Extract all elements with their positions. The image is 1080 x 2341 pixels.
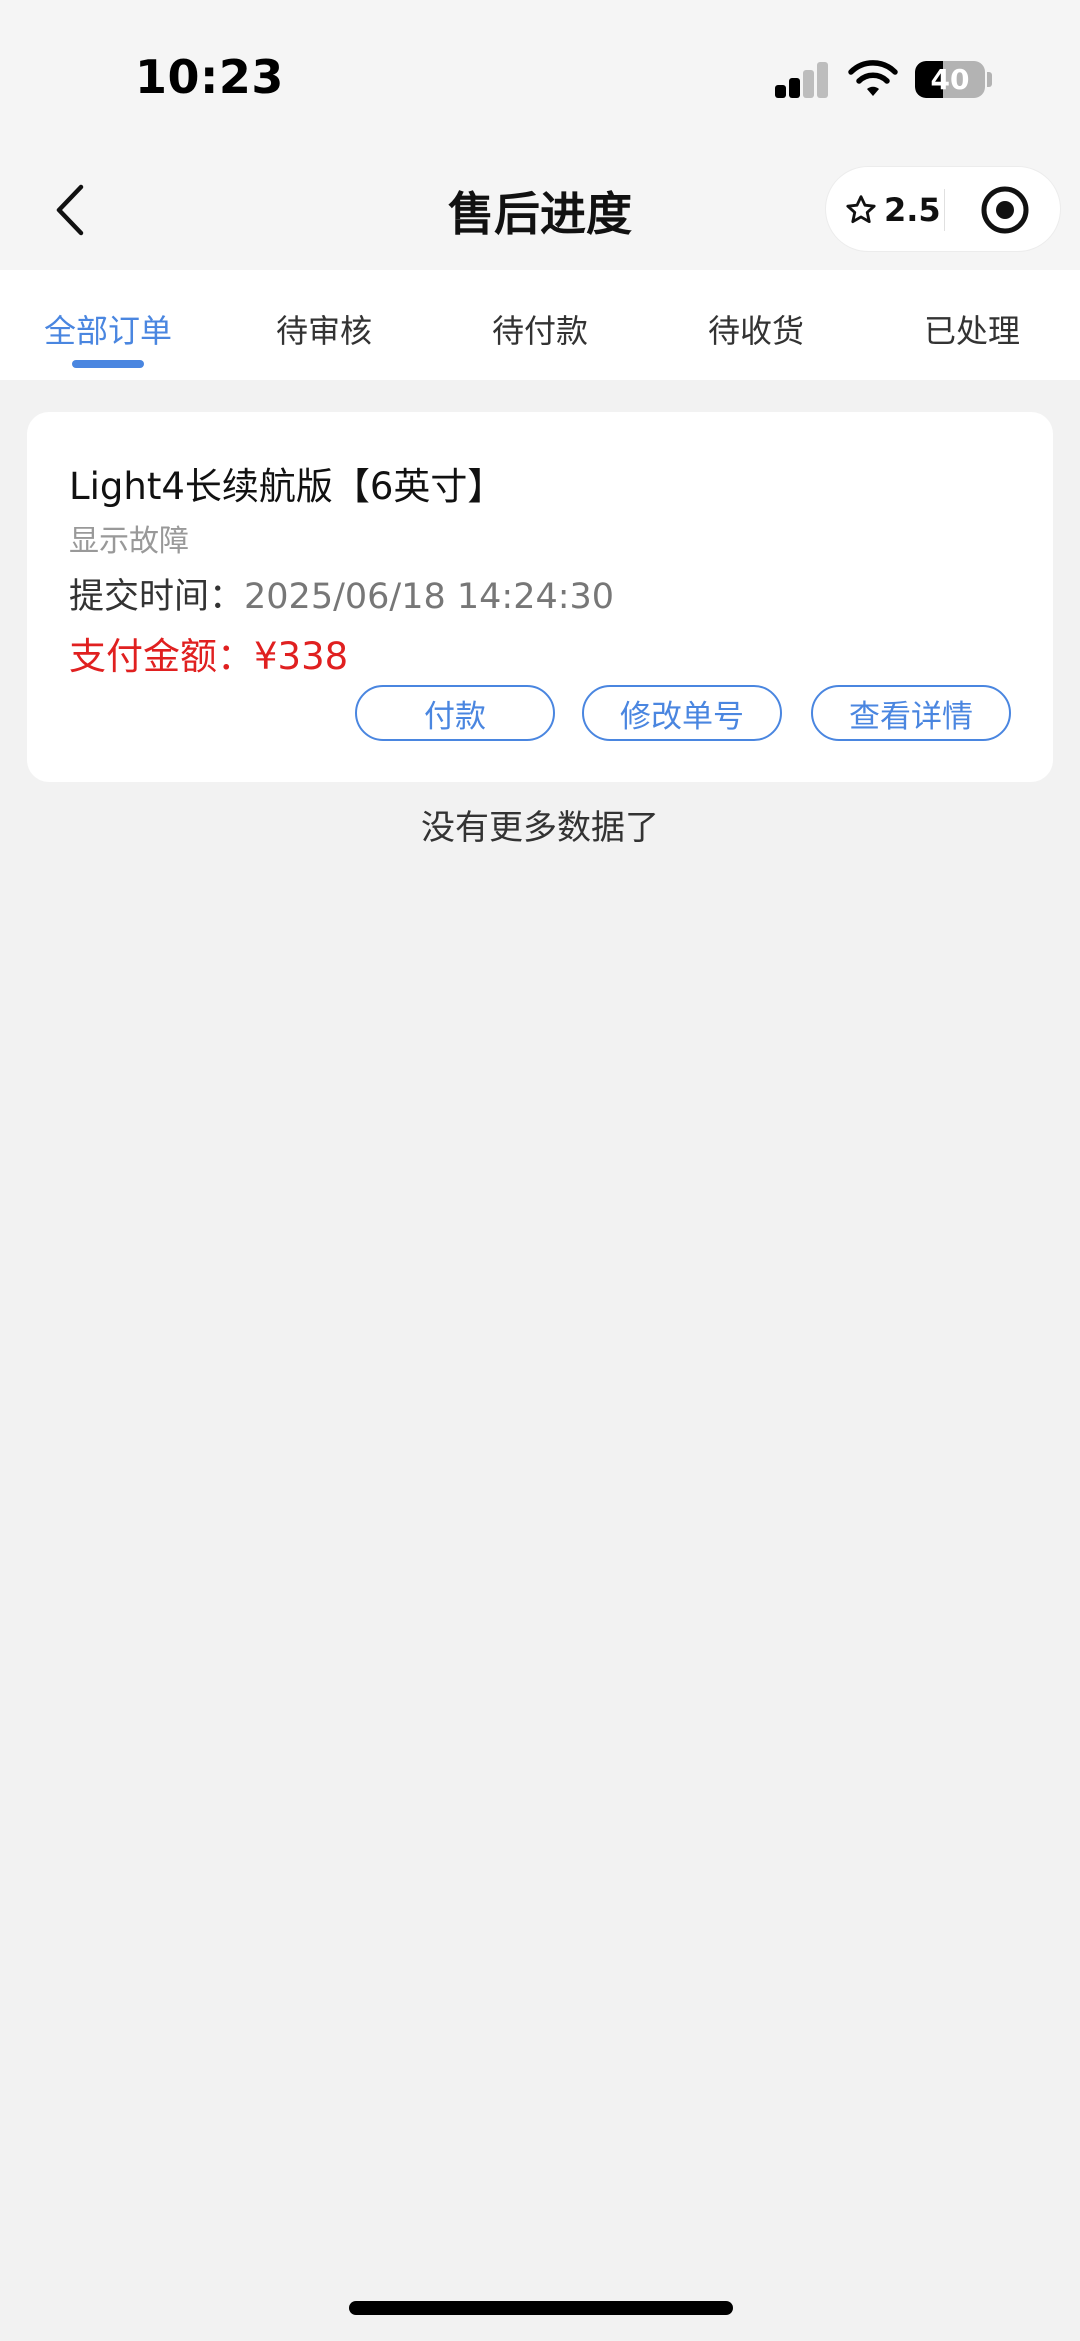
rating-button[interactable]: 2.5 (844, 167, 941, 253)
view-details-button[interactable]: 查看详情 (811, 685, 1011, 741)
tab-pending-payment[interactable]: 待付款 (432, 270, 648, 380)
cellular-signal-icon (775, 62, 829, 98)
payment-amount-value: ¥338 (254, 635, 349, 678)
issue-description: 显示故障 (69, 524, 189, 559)
star-outline-icon (846, 195, 876, 224)
home-indicator (349, 2301, 733, 2315)
pay-button[interactable]: 付款 (355, 685, 555, 741)
modify-tracking-button[interactable]: 修改单号 (582, 685, 782, 741)
no-more-data-text: 没有更多数据了 (421, 808, 659, 848)
battery-cap (987, 72, 992, 87)
capsule-divider (944, 189, 945, 231)
mini-program-capsule: 2.5 (825, 166, 1061, 252)
target-icon[interactable] (979, 184, 1031, 236)
payment-amount-row: 支付金额：¥338 (69, 626, 348, 680)
status-time: 10:23 (135, 50, 284, 104)
after-sales-progress-page: 10:23 40 售后进度 2.5 全部订单 待审核 待付款 待收货 已处理 L… (0, 0, 1080, 2341)
submit-time-label: 提交时间： (69, 577, 245, 617)
nav-bar: 售后进度 2.5 (0, 150, 1080, 270)
order-card: Light4长续航版【6英寸】 显示故障 提交时间：2025/06/18 14:… (27, 412, 1053, 782)
status-bar: 10:23 40 (0, 0, 1080, 150)
submit-time-row: 提交时间：2025/06/18 14:24:30 (69, 568, 614, 619)
tab-pending-review[interactable]: 待审核 (216, 270, 432, 380)
product-name: Light4长续航版【6英寸】 (69, 465, 505, 508)
submit-time-value: 2025/06/18 14:24:30 (244, 577, 615, 617)
active-tab-indicator (72, 360, 144, 368)
payment-amount-label: 支付金额： (69, 635, 254, 678)
tab-pending-receipt[interactable]: 待收货 (648, 270, 864, 380)
battery-icon: 40 (915, 61, 985, 98)
rating-value: 2.5 (884, 191, 941, 229)
battery-level: 40 (930, 63, 970, 96)
tab-processed[interactable]: 已处理 (864, 270, 1080, 380)
wifi-icon (848, 60, 898, 96)
order-status-tabs: 全部订单 待审核 待付款 待收货 已处理 (0, 270, 1080, 380)
